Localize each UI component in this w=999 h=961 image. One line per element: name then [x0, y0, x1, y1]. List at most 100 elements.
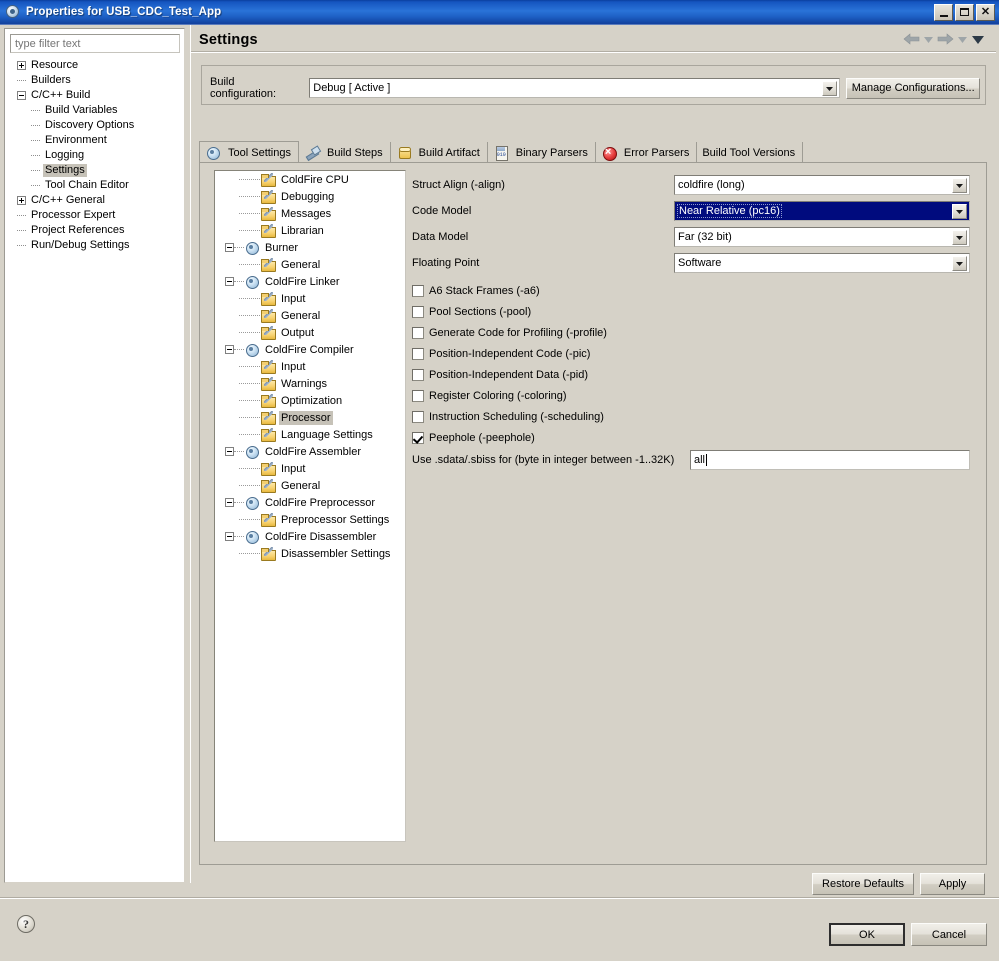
checkbox-position-independent-data-pid[interactable]: [412, 369, 424, 381]
collapse-icon[interactable]: [225, 345, 234, 354]
tool-tree-item-input[interactable]: Input: [215, 460, 405, 477]
checkbox-row[interactable]: Position-Independent Data (-pid): [412, 365, 588, 385]
collapse-icon[interactable]: [17, 91, 26, 100]
combo-floating-point[interactable]: Software: [674, 253, 970, 273]
sidebar-item-builders[interactable]: Builders: [5, 73, 184, 88]
sidebar-item-c-c-build[interactable]: C/C++ Build: [5, 88, 184, 103]
chevron-down-icon[interactable]: [952, 256, 967, 271]
sidebar-item-c-c-general[interactable]: C/C++ General: [5, 193, 184, 208]
sidebar-item-logging[interactable]: Logging: [5, 148, 184, 163]
checkbox-a6-stack-frames-a6[interactable]: [412, 285, 424, 297]
tab-label: Build Tool Versions: [702, 146, 796, 159]
sidebar-item-resource[interactable]: Resource: [5, 58, 184, 73]
view-menu-icon[interactable]: [971, 34, 985, 46]
checkbox-row[interactable]: A6 Stack Frames (-a6): [412, 281, 540, 301]
sidebar-item-run-debug-settings[interactable]: Run/Debug Settings: [5, 238, 184, 253]
checkbox-generate-code-for-profiling-profile[interactable]: [412, 327, 424, 339]
checkbox-row[interactable]: Register Coloring (-coloring): [412, 386, 567, 406]
checkbox-row[interactable]: Position-Independent Code (-pic): [412, 344, 590, 364]
tool-tree-item-processor[interactable]: Processor: [215, 409, 405, 426]
tool-tree-item-coldfire-compiler[interactable]: ColdFire Compiler: [215, 341, 405, 358]
checkbox-row[interactable]: Pool Sections (-pool): [412, 302, 531, 322]
tool-tree-item-label: ColdFire Disassembler: [265, 530, 377, 543]
checkbox-peephole-peephole[interactable]: [412, 432, 424, 444]
close-button[interactable]: ✕: [976, 3, 995, 21]
preference-tree[interactable]: Resource Builders C/C++ Build Build Variabl…: [5, 58, 184, 253]
tool-tree-item-optimization[interactable]: Optimization: [215, 392, 405, 409]
sdata-sbiss-input[interactable]: all: [690, 450, 970, 470]
tool-tree-item-librarian[interactable]: Librarian: [215, 222, 405, 239]
collapse-icon[interactable]: [225, 447, 234, 456]
sidebar-item-label: Environment: [45, 134, 107, 146]
tool-tree-item-burner[interactable]: Burner: [215, 239, 405, 256]
restore-defaults-button[interactable]: Restore Defaults: [812, 873, 914, 895]
back-arrow-icon[interactable]: [903, 33, 920, 47]
ok-button[interactable]: OK: [829, 923, 905, 946]
checkbox-row[interactable]: Instruction Scheduling (-scheduling): [412, 407, 604, 427]
sidebar-item-processor-expert[interactable]: Processor Expert: [5, 208, 184, 223]
combo-code-model[interactable]: Near Relative (pc16): [674, 201, 970, 221]
collapse-icon[interactable]: [225, 498, 234, 507]
sidebar-item-project-references[interactable]: Project References: [5, 223, 184, 238]
sidebar-item-settings[interactable]: Settings: [5, 163, 184, 178]
combo-struct-align-align[interactable]: coldfire (long): [674, 175, 970, 195]
forward-arrow-icon[interactable]: [937, 33, 954, 47]
minimize-button[interactable]: [934, 3, 953, 21]
tool-tree-item-coldfire-linker[interactable]: ColdFire Linker: [215, 273, 405, 290]
collapse-icon[interactable]: [225, 532, 234, 541]
build-configuration-combo[interactable]: Debug [ Active ]: [309, 78, 841, 98]
help-icon[interactable]: ?: [17, 915, 35, 933]
tab-build-tool-versions[interactable]: Build Tool Versions: [697, 142, 804, 163]
tool-tree-item-warnings[interactable]: Warnings: [215, 375, 405, 392]
tool-tree-item-output[interactable]: Output: [215, 324, 405, 341]
tool-tree-item-coldfire-preprocessor[interactable]: ColdFire Preprocessor: [215, 494, 405, 511]
tab-tool-settings[interactable]: Tool Settings: [199, 141, 299, 163]
apply-button[interactable]: Apply: [920, 873, 985, 895]
tool-tree-item-general[interactable]: General: [215, 477, 405, 494]
tool-tree-item-language-settings[interactable]: Language Settings: [215, 426, 405, 443]
manage-configurations-button[interactable]: Manage Configurations...: [846, 77, 980, 99]
sidebar-item-tool-chain-editor[interactable]: Tool Chain Editor: [5, 178, 184, 193]
sidebar-item-discovery-options[interactable]: Discovery Options: [5, 118, 184, 133]
sidebar-item-build-variables[interactable]: Build Variables: [5, 103, 184, 118]
tool-tree-item-messages[interactable]: Messages: [215, 205, 405, 222]
tab-build-steps[interactable]: Build Steps: [299, 142, 391, 163]
tool-tree-item-preprocessor-settings[interactable]: Preprocessor Settings: [215, 511, 405, 528]
chevron-down-icon[interactable]: [952, 178, 967, 193]
checkbox-register-coloring-coloring[interactable]: [412, 390, 424, 402]
sidebar-item-environment[interactable]: Environment: [5, 133, 184, 148]
tab-build-artifact[interactable]: Build Artifact: [391, 142, 488, 163]
tool-tree-item-debugging[interactable]: Debugging: [215, 188, 405, 205]
tool-tree-item-input[interactable]: Input: [215, 290, 405, 307]
chevron-down-icon[interactable]: [952, 230, 967, 245]
tool-tree-item-coldfire-disassembler[interactable]: ColdFire Disassembler: [215, 528, 405, 545]
collapse-icon[interactable]: [225, 277, 234, 286]
filter-input[interactable]: [10, 34, 180, 53]
cancel-button[interactable]: Cancel: [911, 923, 987, 946]
tool-tree-item-disassembler-settings[interactable]: Disassembler Settings: [215, 545, 405, 562]
tool-tree-item-input[interactable]: Input: [215, 358, 405, 375]
tab-strip[interactable]: Tool Settings Build Steps Build Artifact 01…: [199, 141, 987, 163]
tool-tree-item-general[interactable]: General: [215, 307, 405, 324]
tab-binary-parsers[interactable]: 010 Binary Parsers: [488, 142, 596, 163]
chevron-down-icon[interactable]: [952, 204, 967, 219]
folder-icon: [260, 172, 276, 187]
forward-dropdown-icon[interactable]: [958, 35, 967, 45]
expand-icon[interactable]: [17, 61, 26, 70]
combo-data-model[interactable]: Far (32 bit): [674, 227, 970, 247]
checkbox-row[interactable]: Peephole (-peephole): [412, 428, 535, 448]
checkbox-position-independent-code-pic[interactable]: [412, 348, 424, 360]
maximize-button[interactable]: [955, 3, 974, 21]
expand-icon[interactable]: [17, 196, 26, 205]
back-dropdown-icon[interactable]: [924, 35, 933, 45]
checkbox-row[interactable]: Generate Code for Profiling (-profile): [412, 323, 607, 343]
checkbox-instruction-scheduling-scheduling[interactable]: [412, 411, 424, 423]
chevron-down-icon[interactable]: [822, 81, 838, 96]
tab-error-parsers[interactable]: Error Parsers: [596, 142, 698, 163]
checkbox-pool-sections-pool[interactable]: [412, 306, 424, 318]
tool-tree-item-coldfire-assembler[interactable]: ColdFire Assembler: [215, 443, 405, 460]
tool-tree-item-coldfire-cpu[interactable]: ColdFire CPU: [215, 171, 405, 188]
collapse-icon[interactable]: [225, 243, 234, 252]
tool-tree-item-general[interactable]: General: [215, 256, 405, 273]
tool-chain-tree[interactable]: ColdFire CPU Debugging Messages Librarian Bu…: [214, 170, 406, 842]
